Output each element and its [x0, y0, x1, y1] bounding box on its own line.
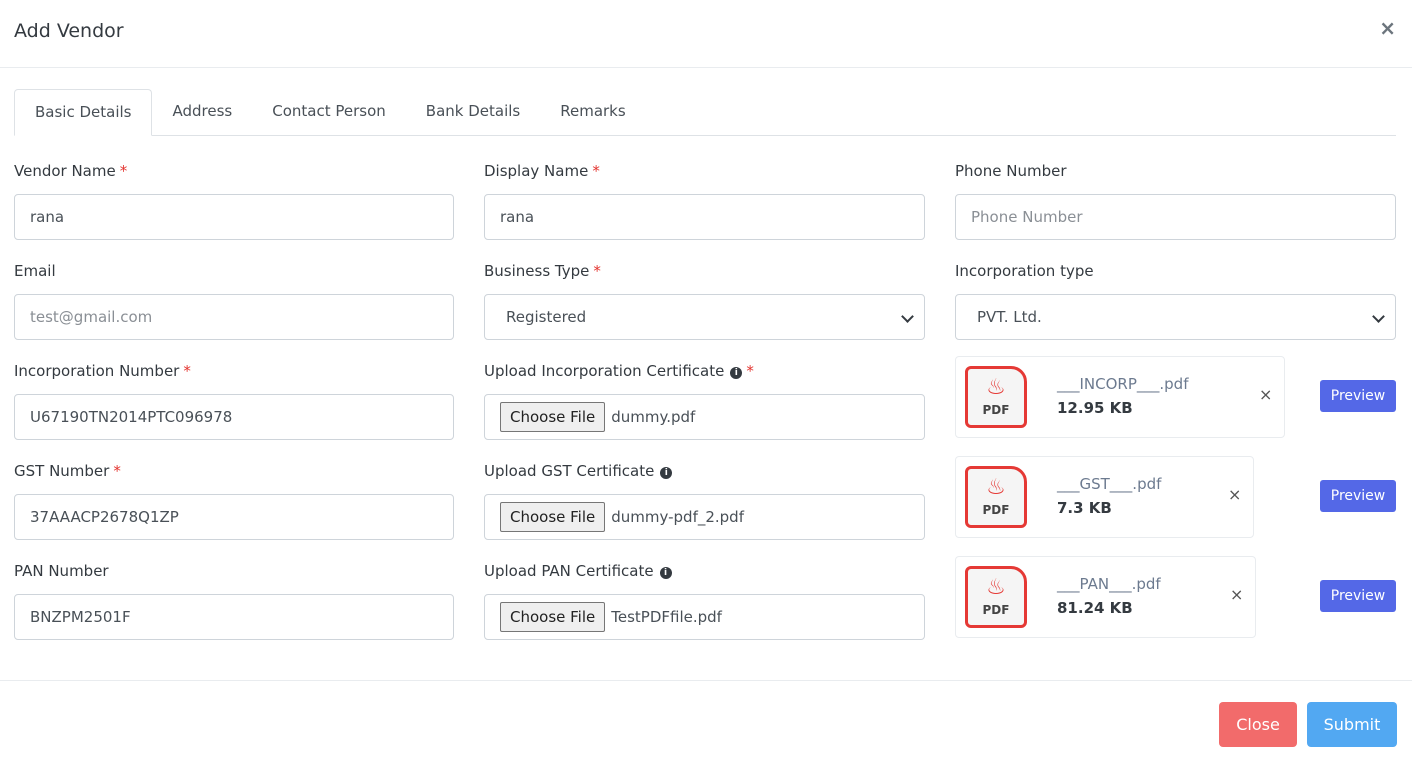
- modal-header: Add Vendor ×: [0, 0, 1412, 68]
- required-mark: *: [183, 362, 191, 380]
- upload-card-pan: ♨ PDF ___PAN___.pdf 81.24 KB ×: [955, 556, 1256, 638]
- required-mark: *: [593, 262, 601, 280]
- pan-number-label: PAN Number: [14, 562, 109, 580]
- pan-number-input[interactable]: BNZPM2501F: [14, 594, 454, 640]
- display-name-input[interactable]: rana: [484, 194, 925, 240]
- info-icon[interactable]: i: [660, 467, 673, 479]
- email-label: Email: [14, 262, 56, 280]
- close-button[interactable]: Close: [1219, 702, 1297, 747]
- label: Upload GST Certificate i: [484, 458, 925, 484]
- upload-card-gst: ♨ PDF ___GST___.pdf 7.3 KB ×: [955, 456, 1254, 538]
- uploaded-file-name: ___PAN___.pdf: [1057, 575, 1161, 593]
- phone-input[interactable]: Phone Number: [955, 194, 1396, 240]
- uploaded-file-size: 12.95 KB: [1057, 399, 1133, 417]
- label: Upload Incorporation Certificate i *: [484, 358, 925, 384]
- preview-button[interactable]: Preview: [1320, 380, 1396, 412]
- file-name: dummy-pdf_2.pdf: [611, 508, 744, 526]
- info-icon[interactable]: i: [730, 367, 743, 379]
- label: GST Number *: [14, 458, 454, 484]
- form-grid: Vendor Name * rana Display Name * rana Pho…: [14, 158, 1396, 658]
- gst-cert-file-input[interactable]: Choose File dummy-pdf_2.pdf: [484, 494, 925, 540]
- incorporation-number-label: Incorporation Number: [14, 362, 180, 380]
- tab-address[interactable]: Address: [152, 89, 252, 135]
- preview-button[interactable]: Preview: [1320, 480, 1396, 512]
- incorp-cert-file-input[interactable]: Choose File dummy.pdf: [484, 394, 925, 440]
- uploaded-file-size: 7.3 KB: [1057, 499, 1112, 517]
- preview-button[interactable]: Preview: [1320, 580, 1396, 612]
- incorporation-type-select[interactable]: PVT. Ltd.: [955, 294, 1396, 340]
- tab-remarks[interactable]: Remarks: [540, 89, 645, 135]
- pan-cert-label: Upload PAN Certificate: [484, 562, 654, 580]
- business-type-value: Registered: [506, 308, 587, 326]
- pdf-icon: ♨ PDF: [965, 366, 1027, 428]
- label: Display Name *: [484, 158, 925, 184]
- remove-file-icon[interactable]: ×: [1230, 585, 1243, 604]
- choose-file-button[interactable]: Choose File: [500, 502, 606, 532]
- vendor-name-label: Vendor Name: [14, 162, 116, 180]
- info-icon[interactable]: i: [659, 567, 672, 579]
- email-input[interactable]: test@gmail.com: [14, 294, 454, 340]
- gst-number-input[interactable]: 37AAACP2678Q1ZP: [14, 494, 454, 540]
- upload-card-incorp: ♨ PDF ___INCORP___.pdf 12.95 KB ×: [955, 356, 1285, 438]
- label: Incorporation Number *: [14, 358, 454, 384]
- pdf-icon: ♨ PDF: [965, 466, 1027, 528]
- required-mark: *: [119, 162, 128, 180]
- tab-contact-person[interactable]: Contact Person: [252, 89, 406, 135]
- label: Upload PAN Certificate i: [484, 558, 925, 584]
- required-mark: *: [746, 362, 754, 380]
- incorp-cert-label: Upload Incorporation Certificate: [484, 362, 725, 380]
- required-mark: *: [113, 462, 121, 480]
- uploaded-file-name: ___INCORP___.pdf: [1057, 375, 1189, 393]
- incorporation-type-value: PVT. Ltd.: [977, 308, 1042, 326]
- uploaded-file-name: ___GST___.pdf: [1057, 475, 1162, 493]
- display-name-label: Display Name: [484, 162, 589, 180]
- tab-bank-details[interactable]: Bank Details: [406, 89, 540, 135]
- remove-file-icon[interactable]: ×: [1259, 385, 1272, 404]
- submit-button[interactable]: Submit: [1307, 702, 1397, 747]
- tab-bar: Basic Details Address Contact Person Ban…: [14, 89, 1396, 136]
- choose-file-button[interactable]: Choose File: [500, 402, 606, 432]
- modal-footer: Close Submit: [0, 680, 1412, 767]
- modal-title: Add Vendor: [14, 20, 124, 42]
- vendor-name-input[interactable]: rana: [14, 194, 454, 240]
- pan-cert-file-input[interactable]: Choose File TestPDFfile.pdf: [484, 594, 925, 640]
- label: Vendor Name *: [14, 158, 454, 184]
- required-mark: *: [592, 162, 600, 180]
- incorporation-number-input[interactable]: U67190TN2014PTC096978: [14, 394, 454, 440]
- incorporation-type-label: Incorporation type: [955, 262, 1094, 280]
- uploaded-file-size: 81.24 KB: [1057, 599, 1133, 617]
- phone-label: Phone Number: [955, 162, 1067, 180]
- close-icon[interactable]: ×: [1379, 16, 1396, 40]
- remove-file-icon[interactable]: ×: [1228, 485, 1241, 504]
- gst-cert-label: Upload GST Certificate: [484, 462, 655, 480]
- choose-file-button[interactable]: Choose File: [500, 602, 606, 632]
- gst-number-label: GST Number: [14, 462, 110, 480]
- business-type-select[interactable]: Registered: [484, 294, 925, 340]
- file-name: TestPDFfile.pdf: [611, 608, 722, 626]
- pdf-icon: ♨ PDF: [965, 566, 1027, 628]
- business-type-label: Business Type: [484, 262, 590, 280]
- tab-basic-details[interactable]: Basic Details: [14, 89, 153, 136]
- label: Business Type *: [484, 258, 925, 284]
- file-name: dummy.pdf: [611, 408, 696, 426]
